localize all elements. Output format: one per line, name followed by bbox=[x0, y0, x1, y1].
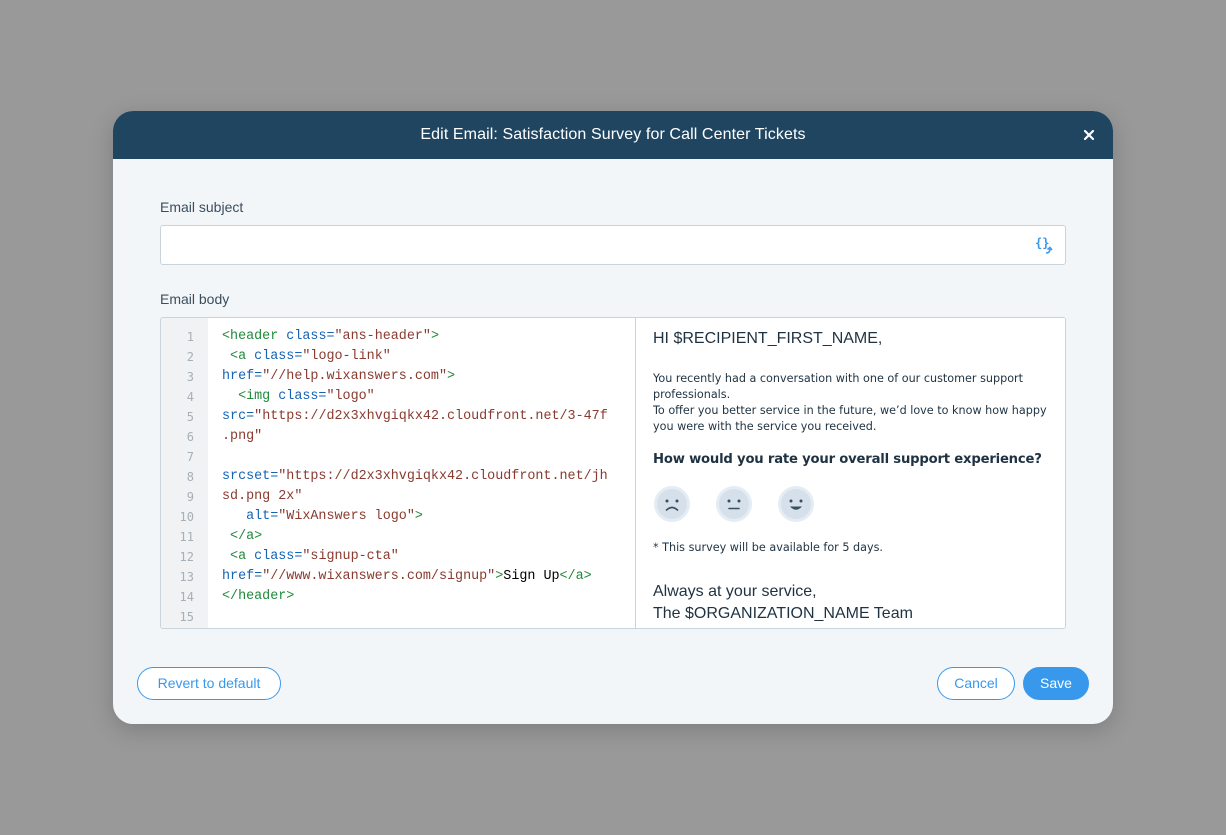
save-button[interactable]: Save bbox=[1023, 667, 1089, 700]
sad-face-icon[interactable] bbox=[653, 485, 691, 523]
line-number: 9 bbox=[186, 490, 194, 504]
neutral-face-icon[interactable] bbox=[715, 485, 753, 523]
cancel-button[interactable]: Cancel bbox=[937, 667, 1015, 700]
code-line: </a> bbox=[222, 529, 263, 544]
line-number: 13 bbox=[179, 570, 194, 584]
email-subject-field: {} bbox=[160, 225, 1066, 265]
revert-to-default-button[interactable]: Revert to default bbox=[137, 667, 281, 700]
html-code-editor[interactable]: <header class="ans-header"> <a class="lo… bbox=[222, 327, 632, 627]
code-line: </header> bbox=[222, 589, 295, 604]
line-number: 12 bbox=[179, 550, 194, 564]
close-icon[interactable] bbox=[1081, 127, 1097, 143]
dialog-title: Edit Email: Satisfaction Survey for Call… bbox=[420, 126, 806, 143]
line-number: 7 bbox=[186, 450, 194, 464]
dialog-header: Edit Email: Satisfaction Survey for Call… bbox=[113, 111, 1113, 159]
code-line: <img class="logo" bbox=[222, 389, 375, 404]
line-number: 10 bbox=[179, 510, 194, 524]
line-number: 4 bbox=[186, 390, 194, 404]
line-number: 2 bbox=[186, 350, 194, 364]
code-line: .png" bbox=[222, 429, 263, 444]
code-line: alt="WixAnswers logo"> bbox=[222, 509, 423, 524]
preview-paragraph: To offer you better service in the futur… bbox=[653, 404, 1047, 433]
preview-paragraph: You recently had a conversation with one… bbox=[653, 372, 1024, 401]
code-line: src="https://d2x3xhvgiqkx42.cloudfront.n… bbox=[222, 409, 608, 424]
line-number: 8 bbox=[186, 470, 194, 484]
line-number: 3 bbox=[186, 370, 194, 384]
preview-note: * This survey will be available for 5 da… bbox=[653, 541, 883, 554]
preview-signoff: Always at your service, bbox=[653, 583, 817, 600]
line-number-gutter: 1 2 3 4 5 6 7 8 9 10 11 12 13 14 15 bbox=[161, 318, 208, 628]
preview-greeting: HI $RECIPIENT_FIRST_NAME, bbox=[653, 330, 883, 347]
code-line: href="//www.wixanswers.com/signup">Sign … bbox=[222, 569, 592, 584]
line-number: 1 bbox=[186, 330, 194, 344]
preview-signature: The $ORGANIZATION_NAME Team bbox=[653, 605, 913, 622]
line-number: 11 bbox=[179, 530, 194, 544]
curly-braces-insert-icon[interactable]: {} bbox=[1033, 235, 1055, 257]
email-body-editor: 1 2 3 4 5 6 7 8 9 10 11 12 13 14 15 <hea… bbox=[160, 317, 1066, 629]
code-line: href="//help.wixanswers.com"> bbox=[222, 369, 456, 384]
edit-email-dialog: Edit Email: Satisfaction Survey for Call… bbox=[113, 111, 1113, 724]
preview-question: How would you rate your overall support … bbox=[653, 452, 1042, 467]
email-subject-input[interactable] bbox=[161, 226, 1021, 264]
email-preview: HI $RECIPIENT_FIRST_NAME, You recently h… bbox=[636, 318, 1065, 628]
email-body-label: Email body bbox=[160, 291, 230, 307]
line-number: 14 bbox=[179, 590, 194, 604]
line-number: 15 bbox=[179, 610, 194, 624]
line-number: 6 bbox=[186, 430, 194, 444]
email-subject-label: Email subject bbox=[160, 199, 244, 215]
code-line: srcset="https://d2x3xhvgiqkx42.cloudfron… bbox=[222, 469, 608, 484]
code-line: <a class="signup-cta" bbox=[222, 549, 399, 564]
happy-face-icon[interactable] bbox=[777, 485, 815, 523]
svg-text:{}: {} bbox=[1035, 236, 1049, 250]
code-line: <header class="ans-header"> bbox=[222, 329, 439, 344]
line-number: 5 bbox=[186, 410, 194, 424]
code-line: <a class="logo-link" bbox=[222, 349, 391, 364]
code-line: sd.png 2x" bbox=[222, 489, 303, 504]
